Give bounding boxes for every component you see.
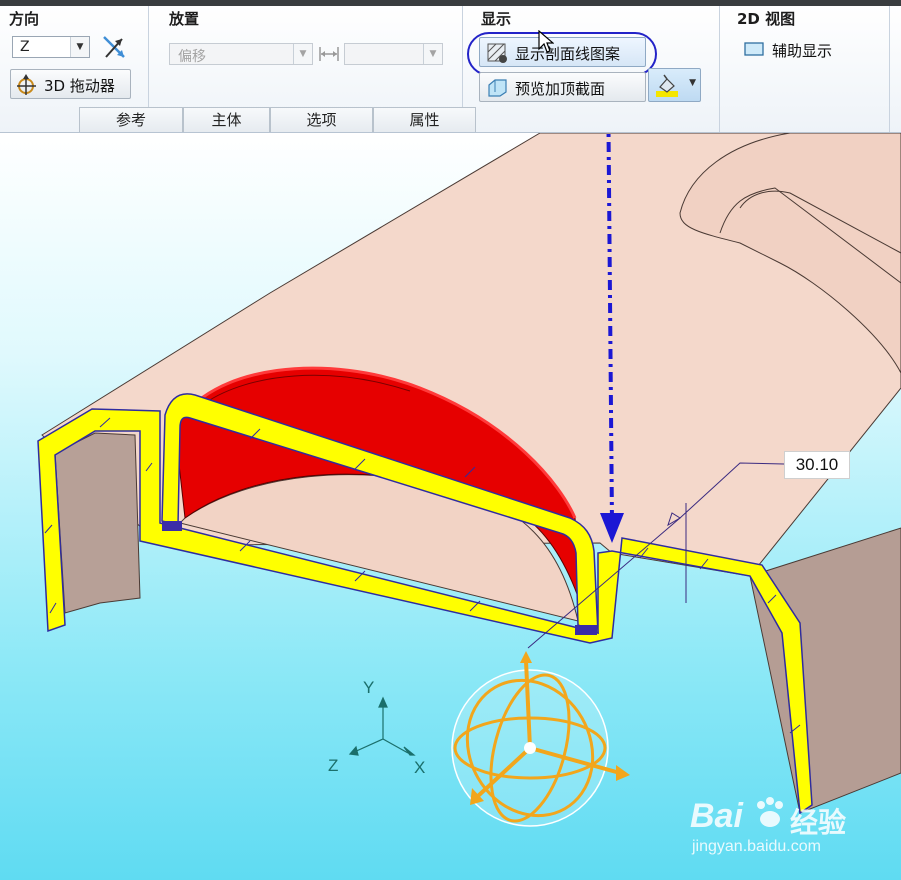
flip-direction-icon[interactable] [100, 33, 128, 61]
dragger-gizmo [451, 651, 630, 827]
display-group-title: 显示 [481, 10, 512, 28]
chevron-down-icon: ▼ [689, 78, 696, 88]
dimension-value-label[interactable]: 30.10 [784, 451, 850, 479]
axis-y-label: Y [363, 678, 375, 697]
aux-display-icon [743, 40, 765, 58]
chevron-down-icon: ▼ [293, 44, 312, 64]
paint-bucket-icon [654, 73, 680, 99]
axis-select-value: Z [20, 39, 30, 55]
capped-section-icon [486, 77, 508, 99]
cap-color-button[interactable]: ▼ [648, 68, 701, 102]
group-divider [719, 6, 720, 132]
offset-select-value: 偏移 [178, 49, 206, 65]
axis-select[interactable]: Z ▼ [12, 36, 90, 58]
axis-z-label: Z [328, 756, 339, 775]
direction-group-title: 方向 [9, 10, 40, 28]
watermark-brand: Bai [690, 797, 743, 835]
section-model-graphic [37, 133, 901, 827]
tab-references[interactable]: 参考 [79, 107, 183, 132]
placement-group-title: 放置 [169, 10, 200, 28]
view2d-group-title: 2D 视图 [737, 10, 796, 28]
axis-triad [348, 696, 416, 756]
group-divider [889, 6, 890, 132]
watermark-url: jingyan.baidu.com [692, 838, 821, 855]
model-viewport[interactable]: 30.10 Y X Z Bai 经验 jingyan.baidu.com [0, 133, 901, 880]
tab-body[interactable]: 主体 [183, 107, 270, 132]
3d-dragger-label: 3D 拖动器 [44, 77, 115, 95]
tab-options[interactable]: 选项 [270, 107, 373, 132]
dragger-icon [15, 74, 37, 96]
offset-distance-input[interactable]: ▼ [344, 43, 443, 65]
distance-icon [317, 43, 341, 65]
3d-dragger-button[interactable]: 3D 拖动器 [10, 69, 131, 99]
chevron-down-icon: ▼ [423, 44, 442, 64]
mouse-pointer-icon [538, 29, 555, 54]
tab-properties[interactable]: 属性 [373, 107, 476, 132]
baidu-watermark: Bai 经验 jingyan.baidu.com [690, 793, 890, 863]
aux-display-button[interactable]: 辅助显示 [739, 38, 849, 62]
ribbon: 方向 Z ▼ 3D 拖动器 放置 偏移 ▼ ▼ 显示 显示剖面线图案 预览加顶截… [0, 6, 901, 133]
highlight-ellipse [467, 32, 657, 76]
chevron-down-icon: ▼ [70, 37, 89, 57]
watermark-brand-suffix: 经验 [790, 807, 847, 838]
offset-select[interactable]: 偏移 ▼ [169, 43, 313, 65]
paw-logo-icon [752, 795, 788, 831]
preview-capped-section-button[interactable]: 预览加顶截面 [479, 72, 646, 102]
aux-display-label: 辅助显示 [772, 42, 833, 60]
axis-x-label: X [414, 758, 426, 777]
preview-capped-section-label: 预览加顶截面 [515, 80, 606, 98]
